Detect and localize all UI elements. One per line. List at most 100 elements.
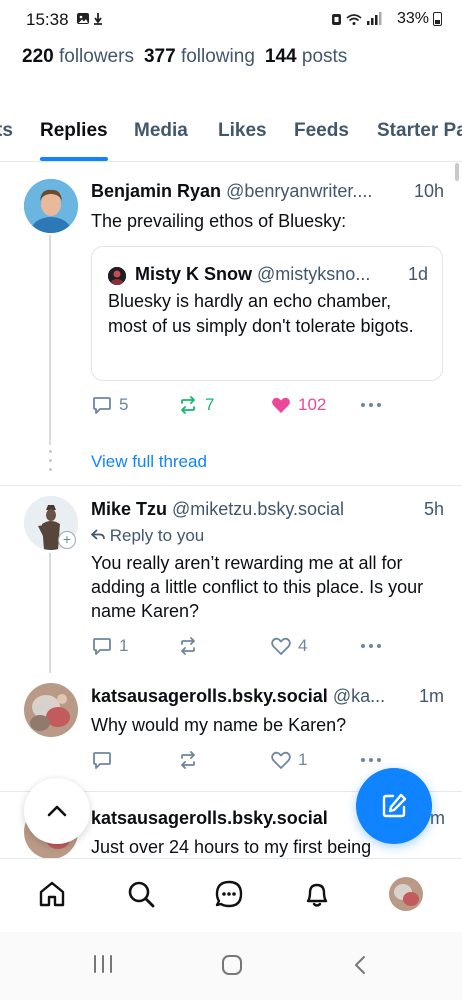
post-handle[interactable]: @miketzu.bsky.social (172, 499, 344, 519)
ellipsis-icon (361, 644, 381, 648)
repost-button[interactable] (177, 749, 205, 771)
reply-icon (93, 638, 111, 655)
notification-icons (76, 11, 110, 30)
heart-icon (271, 637, 291, 655)
chat-icon (215, 880, 243, 908)
heart-filled-icon (272, 397, 290, 413)
quote-avatar (108, 267, 126, 285)
posts-stat: 144 posts (265, 46, 347, 68)
repost-button[interactable]: 7 (177, 394, 214, 416)
post-handle[interactable]: @benryanwriter.... (226, 181, 372, 201)
following-count: 377 (143, 46, 176, 67)
nav-search[interactable] (124, 877, 158, 911)
scrollbar[interactable] (455, 163, 459, 181)
tab-starter-packs[interactable]: Starter Pa (377, 120, 462, 142)
post-author[interactable]: katsausagerolls.bsky.social (91, 686, 328, 706)
post-text: You really aren’t rewarding me at all fo… (91, 553, 424, 621)
post-actions: 5 7 102 (91, 394, 391, 420)
home-system-button[interactable] (221, 954, 243, 976)
heart-icon (271, 751, 291, 769)
nav-notifications[interactable] (300, 877, 334, 911)
tab-posts[interactable]: ts (0, 120, 13, 142)
quoted-post[interactable]: Misty K Snow @mistyksno... 1d Bluesky is… (91, 246, 443, 381)
recent-apps-icon (94, 955, 112, 973)
followers-count: 220 (22, 46, 54, 67)
active-tab-indicator (40, 157, 108, 161)
repost-icon (181, 637, 195, 655)
reply-arrow-icon (91, 529, 105, 540)
repost-icon (181, 751, 195, 769)
post-handle[interactable]: @ka... (333, 686, 385, 706)
recent-apps-button[interactable] (92, 954, 114, 974)
scroll-to-top-button[interactable] (24, 778, 90, 844)
ellipsis-icon (361, 403, 381, 407)
thread-gap-dots (48, 450, 52, 480)
reply-button[interactable]: 1 (91, 635, 128, 657)
back-button[interactable] (352, 954, 368, 976)
tab-media[interactable]: Media (134, 120, 188, 142)
reply-button[interactable]: 5 (91, 394, 128, 416)
more-options-button[interactable] (359, 749, 383, 771)
tab-replies[interactable]: Replies (40, 120, 108, 142)
quote-handle: @mistyksno... (257, 264, 371, 284)
more-options-button[interactable] (359, 635, 383, 657)
post-author[interactable]: Mike Tzu (91, 499, 167, 519)
like-button[interactable]: 4 (270, 635, 307, 657)
reply-icon (93, 752, 111, 769)
status-time: 15:38 (26, 10, 69, 29)
thread-line (49, 235, 51, 445)
ellipsis-icon (361, 758, 381, 762)
system-navigation-bar (0, 932, 462, 1000)
quote-author: Misty K Snow (135, 264, 253, 284)
repost-icon (181, 396, 195, 414)
repost-count: 7 (205, 395, 215, 414)
view-full-thread-link[interactable]: View full thread (91, 452, 207, 472)
post-text: The prevailing ethos of Bluesky: (91, 211, 347, 231)
reply-count: 1 (119, 636, 129, 655)
gallery-icon (77, 13, 102, 25)
post-time: m (430, 808, 445, 828)
post-time: 1m (414, 686, 444, 707)
following-label: following (180, 46, 255, 67)
quote-avatar-image (108, 267, 126, 285)
notifications-icon (306, 883, 328, 907)
status-bar: 15:38 33% (0, 0, 462, 40)
bottom-nav (0, 858, 462, 932)
like-button[interactable]: 102 (270, 394, 326, 416)
follow-plus-icon[interactable]: + (58, 531, 76, 549)
posts-count: 144 (264, 46, 297, 67)
nav-home[interactable] (35, 877, 69, 911)
tab-feeds[interactable]: Feeds (294, 120, 349, 142)
search-icon (128, 881, 155, 908)
avatar[interactable] (24, 179, 78, 233)
following-stat[interactable]: 377 following (144, 46, 255, 68)
avatar-image (24, 179, 78, 233)
like-button[interactable]: 1 (270, 749, 307, 771)
more-options-button[interactable] (359, 394, 383, 416)
nav-profile[interactable] (389, 877, 423, 911)
chevron-up-icon (47, 805, 67, 817)
nav-chat[interactable] (212, 877, 246, 911)
avatar[interactable] (24, 683, 78, 737)
profile-avatar-image (389, 877, 423, 911)
profile-avatar (389, 877, 423, 911)
compose-button[interactable] (356, 768, 432, 844)
post-author[interactable]: Benjamin Ryan (91, 181, 221, 201)
back-chevron-icon (355, 956, 365, 974)
avatar-image (24, 683, 78, 737)
feed[interactable]: Benjamin Ryan @benryanwriter.... 10h The… (0, 163, 462, 858)
post-actions: 1 4 (91, 635, 391, 661)
post-header: Benjamin Ryan @benryanwriter.... 10h (91, 181, 444, 202)
repost-button[interactable] (177, 635, 205, 657)
reply-to-label[interactable]: Reply to you (91, 526, 204, 546)
like-count: 4 (298, 636, 308, 655)
system-status: 33% (331, 10, 442, 28)
post-author[interactable]: katsausagerolls.bsky.social (91, 808, 328, 828)
like-count: 1 (298, 750, 308, 769)
post-time: 10h (409, 181, 444, 202)
reply-button[interactable] (91, 749, 119, 771)
followers-label: followers (58, 46, 134, 67)
battery-level: 33% (396, 10, 429, 27)
followers-stat[interactable]: 220 followers (22, 46, 134, 68)
tab-likes[interactable]: Likes (218, 120, 267, 142)
